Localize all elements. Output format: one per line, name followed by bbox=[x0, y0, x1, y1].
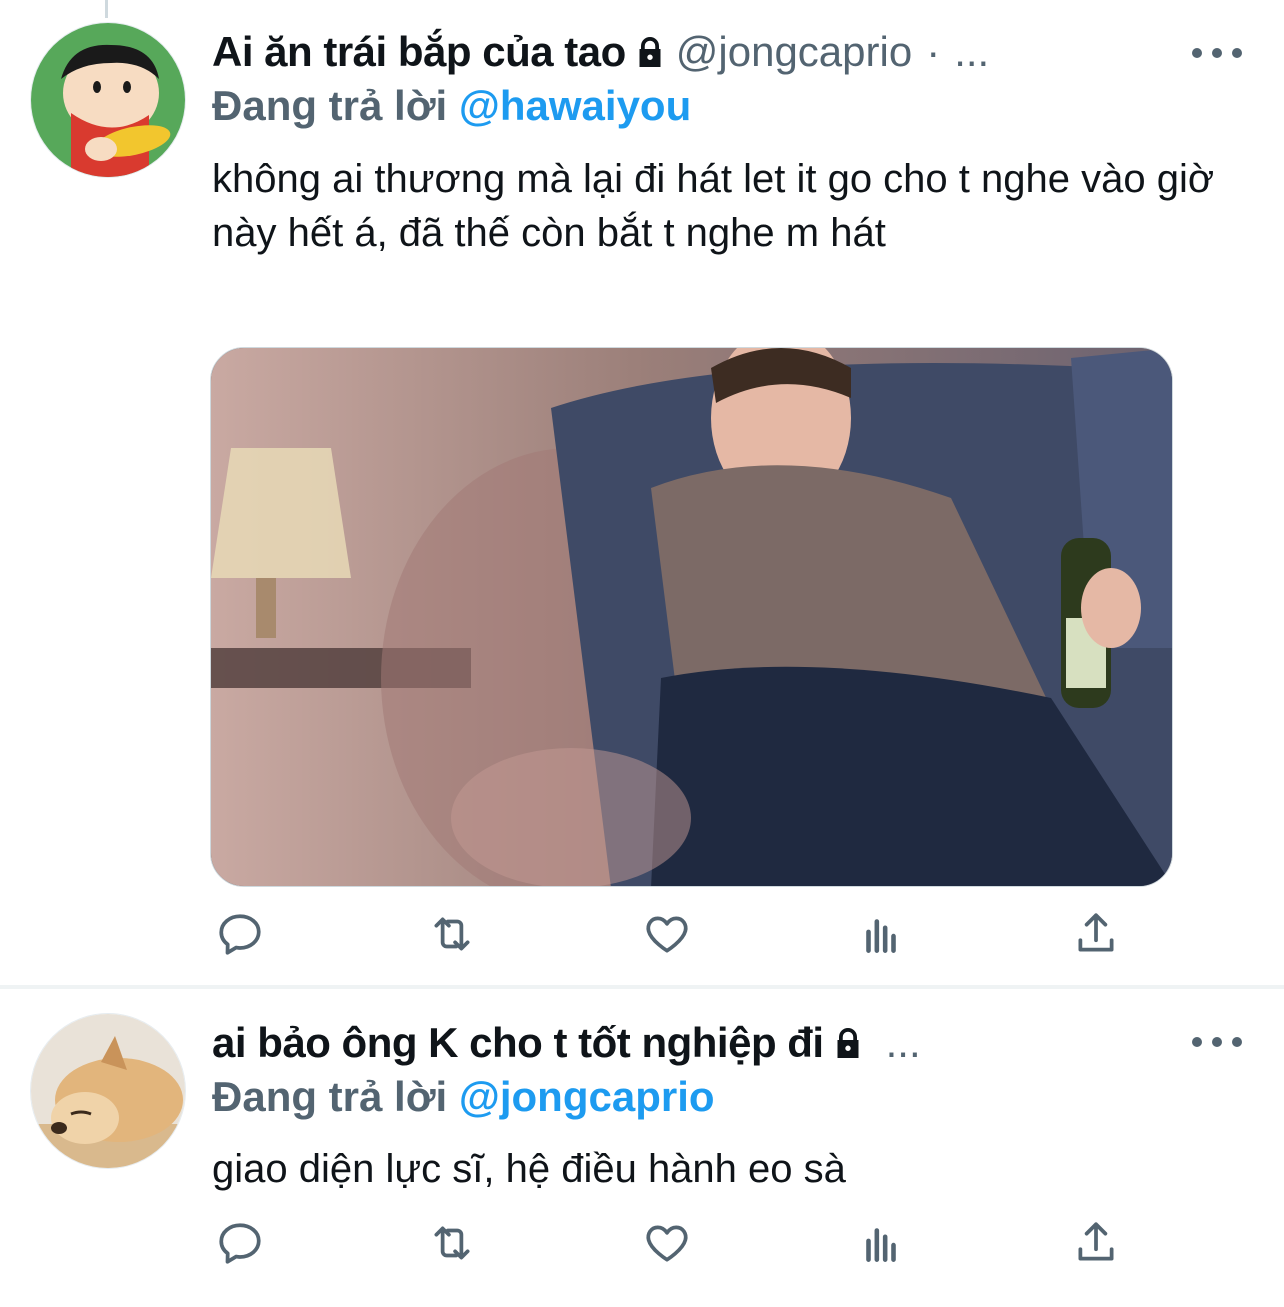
tweet-actions bbox=[212, 1215, 1132, 1271]
lock-icon bbox=[639, 37, 661, 67]
like-icon[interactable] bbox=[639, 1215, 695, 1271]
lock-icon bbox=[837, 1028, 859, 1058]
more-options-icon[interactable] bbox=[1192, 38, 1242, 68]
truncated-timestamp: ... bbox=[954, 28, 990, 75]
tweet-actions bbox=[212, 906, 1132, 962]
tweet-header: ai bảo ông K cho t tốt nghiệp đi ... bbox=[212, 1015, 1154, 1071]
replying-to-label: Đang trả lời bbox=[212, 1073, 448, 1120]
replying-to-label: Đang trả lời bbox=[212, 82, 448, 129]
like-icon[interactable] bbox=[639, 906, 695, 962]
display-name[interactable]: Ai ăn trái bắp của tao bbox=[212, 28, 626, 76]
replying-to: Đang trả lời @jongcaprio bbox=[212, 1073, 715, 1121]
user-handle[interactable]: @jongcaprio bbox=[676, 28, 912, 76]
replying-to: Đang trả lời @hawaiyou bbox=[212, 82, 691, 130]
replying-to-handle[interactable]: @jongcaprio bbox=[459, 1073, 715, 1120]
more-options-icon[interactable] bbox=[1192, 1027, 1242, 1057]
tweet-text: giao diện lực sĩ, hệ điều hành eo sà bbox=[212, 1147, 846, 1191]
reply-icon[interactable] bbox=[212, 1215, 268, 1271]
analytics-icon[interactable] bbox=[853, 1215, 909, 1271]
replying-to-handle[interactable]: @hawaiyou bbox=[459, 82, 691, 129]
tweet[interactable]: Ai ăn trái bắp của tao @jongcaprio · ...… bbox=[0, 0, 1284, 985]
retweet-icon[interactable] bbox=[424, 1215, 480, 1271]
display-name[interactable]: ai bảo ông K cho t tốt nghiệp đi bbox=[212, 1019, 824, 1067]
share-icon[interactable] bbox=[1068, 1215, 1124, 1271]
truncated-handle: ... bbox=[885, 1019, 921, 1066]
tweet-text: không ai thương mà lại đi hát let it go … bbox=[212, 157, 1215, 255]
separator-dot: · bbox=[926, 28, 941, 75]
tweet-header: Ai ăn trái bắp của tao @jongcaprio · ... bbox=[212, 24, 1154, 80]
tweet[interactable]: ai bảo ông K cho t tốt nghiệp đi ... Đan… bbox=[0, 989, 1284, 1307]
avatar[interactable] bbox=[30, 1013, 186, 1169]
analytics-icon[interactable] bbox=[853, 906, 909, 962]
retweet-icon[interactable] bbox=[424, 906, 480, 962]
tweet-media-image[interactable] bbox=[210, 347, 1173, 887]
share-icon[interactable] bbox=[1068, 906, 1124, 962]
avatar[interactable] bbox=[30, 22, 186, 178]
reply-icon[interactable] bbox=[212, 906, 268, 962]
